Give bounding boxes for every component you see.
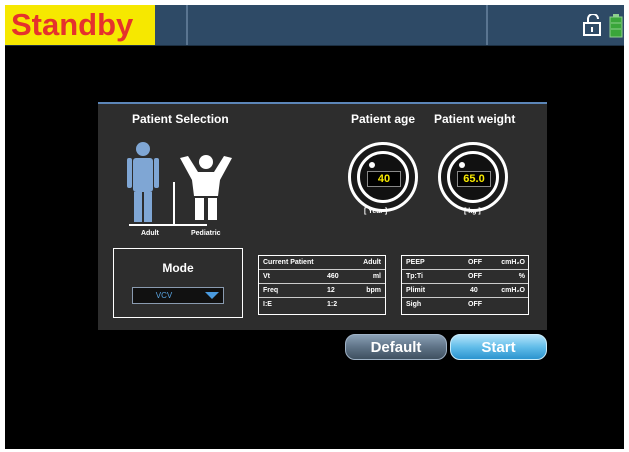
patient-setup-panel: Patient Selection Adult Pediatric Patien… <box>98 102 547 330</box>
row-value: 40 <box>470 287 478 294</box>
dial-knob <box>459 162 465 168</box>
row-value: OFF <box>468 301 482 308</box>
row-unit: cmH₂O <box>501 287 525 294</box>
row-label: I:E <box>263 301 272 308</box>
mode-title: Mode <box>162 261 194 275</box>
row-unit: bpm <box>366 287 381 294</box>
table-row: PEEP OFF cmH₂O <box>402 256 528 270</box>
row-value: 12 <box>327 287 335 294</box>
status-bar-divider <box>186 5 188 45</box>
row-label: Vt <box>263 273 270 280</box>
default-button[interactable]: Default <box>345 334 447 360</box>
lock-open-icon[interactable] <box>581 14 603 36</box>
mode-select[interactable]: VCV <box>132 287 224 304</box>
row-unit: ml <box>372 273 381 280</box>
battery-icon <box>609 14 623 38</box>
mode-box: Mode VCV <box>113 248 243 318</box>
row-value: OFF <box>468 273 482 280</box>
patient-age-value: 40 <box>367 171 401 187</box>
status-bar: Standby <box>5 5 624 46</box>
adult-label: Adult <box>141 230 159 237</box>
patient-weight-dial[interactable]: 65.0 <box>438 142 508 212</box>
row-value: Adult <box>363 259 381 266</box>
row-label: PEEP <box>406 259 425 266</box>
row-unit: cmH₂O <box>501 259 525 266</box>
table-row: Sigh OFF <box>402 298 528 312</box>
status-bar-divider <box>486 5 488 45</box>
row-label: Freq <box>263 287 279 294</box>
patient-age-unit: [ Year ] <box>364 208 388 215</box>
row-label: Tp:Ti <box>406 273 423 280</box>
selection-divider <box>173 182 175 226</box>
selection-baseline <box>129 224 207 226</box>
table-row: Current Patient Adult <box>259 256 385 270</box>
chevron-down-icon <box>205 292 219 299</box>
patient-selection-title: Patient Selection <box>132 112 229 126</box>
row-value: 460 <box>327 273 339 280</box>
table-row: Plimit 40 cmH₂O <box>402 284 528 298</box>
start-button[interactable]: Start <box>450 334 547 360</box>
ventilator-screen: Standby Patient Selection Adult Pediatri… <box>5 5 624 449</box>
dial-knob <box>369 162 375 168</box>
pediatric-label: Pediatric <box>191 230 221 237</box>
table-row: I:E 1:2 <box>259 298 385 312</box>
row-value: 1:2 <box>327 301 338 308</box>
patient-weight-title: Patient weight <box>434 112 516 126</box>
patient-age-dial-ring: 40 <box>357 151 409 203</box>
patient-age-dial[interactable]: 40 <box>348 142 418 212</box>
table-row: Freq 12 bpm <box>259 284 385 298</box>
table-row: Vt 460 ml <box>259 270 385 284</box>
patient-weight-unit: [ kg ] <box>464 208 481 215</box>
pediatric-figure-icon[interactable] <box>178 154 234 224</box>
patient-weight-dial-ring: 65.0 <box>447 151 499 203</box>
row-label: Plimit <box>406 287 426 294</box>
row-label: Sigh <box>406 301 422 308</box>
patient-age-title: Patient age <box>351 112 416 126</box>
ventilation-settings-table[interactable]: PEEP OFF cmH₂O Tp:Ti OFF % Plimit 40 cmH… <box>401 255 529 315</box>
current-patient-table[interactable]: Current Patient Adult Vt 460 ml Freq 12 … <box>258 255 386 315</box>
standby-banner: Standby <box>5 5 155 45</box>
adult-figure-icon[interactable] <box>126 142 160 224</box>
row-value: OFF <box>468 259 482 266</box>
mode-selected-value: VCV <box>155 291 173 300</box>
patient-weight-value: 65.0 <box>457 171 491 187</box>
row-label: Current Patient <box>263 259 314 266</box>
row-unit: % <box>518 273 525 280</box>
table-row: Tp:Ti OFF % <box>402 270 528 284</box>
